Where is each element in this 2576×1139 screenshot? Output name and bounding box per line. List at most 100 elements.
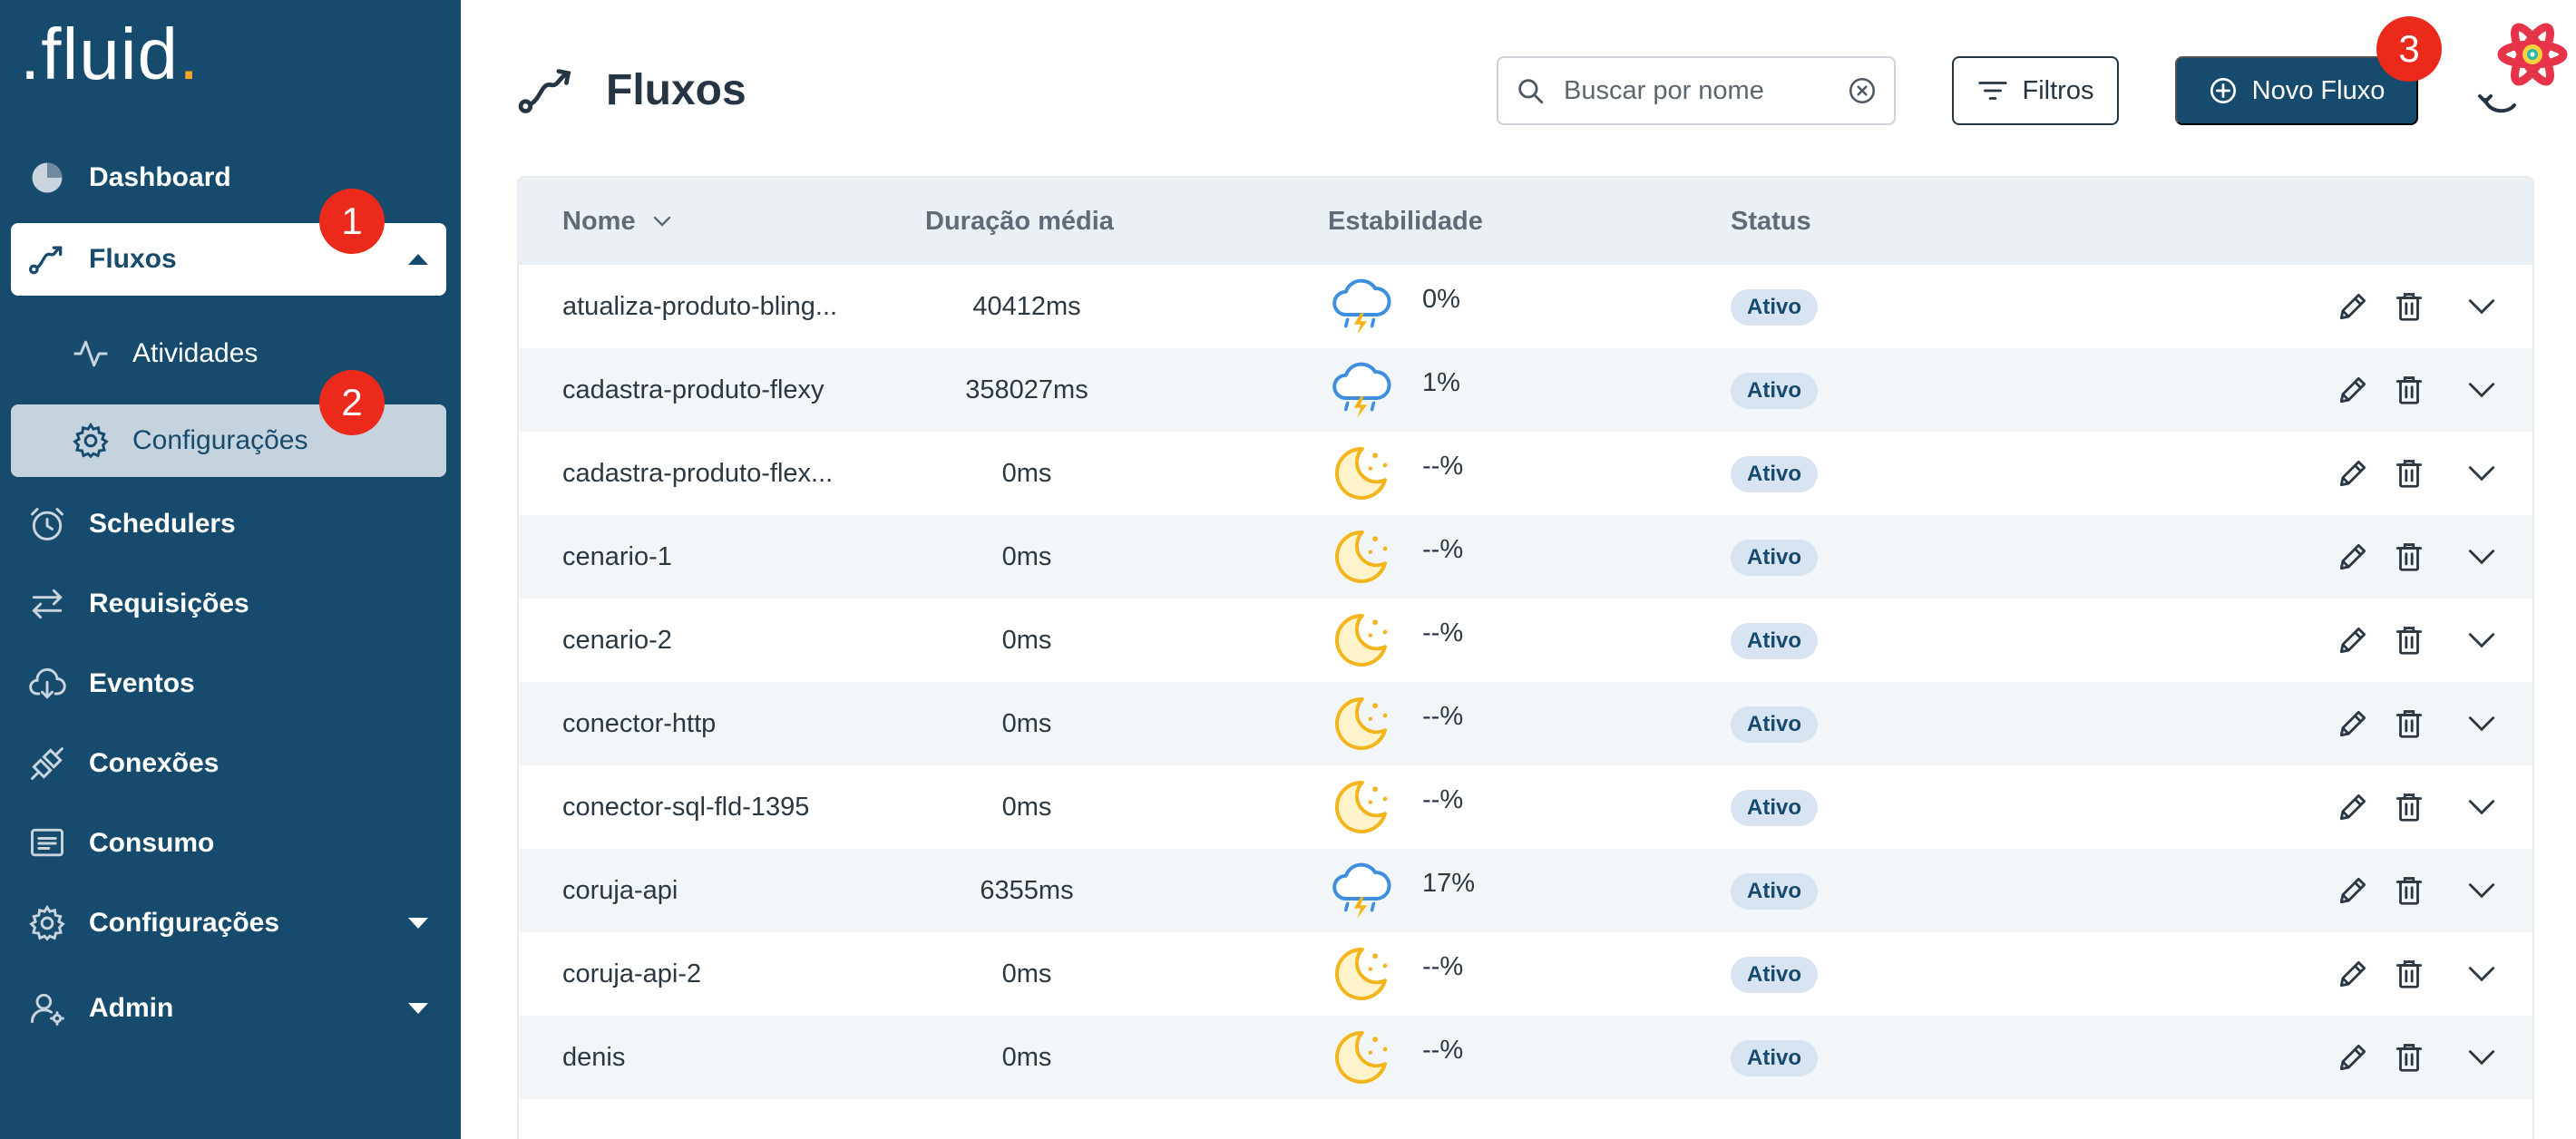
- alarm-clock-icon: [25, 502, 69, 546]
- flow-duration: 6355ms: [980, 875, 1074, 905]
- edit-icon[interactable]: [2331, 368, 2375, 412]
- filter-button[interactable]: Filtros: [1952, 56, 2119, 125]
- sidebar-item-label: Configurações: [89, 908, 280, 938]
- sidebar-item-admin[interactable]: Admin: [11, 972, 446, 1045]
- trash-icon[interactable]: [2387, 869, 2431, 912]
- trash-icon[interactable]: [2387, 1036, 2431, 1079]
- edit-icon[interactable]: [2331, 618, 2375, 662]
- flow-stability: --%: [1422, 701, 1464, 731]
- flow-stability: --%: [1422, 784, 1464, 814]
- search-input[interactable]: [1564, 75, 1809, 106]
- expand-chevron-icon[interactable]: [2460, 702, 2503, 745]
- storm-cloud-icon: [1328, 274, 1393, 339]
- edit-icon[interactable]: [2331, 452, 2375, 495]
- moon-icon: [1328, 524, 1393, 589]
- sidebar-item-configuracoes[interactable]: Configurações: [11, 887, 446, 959]
- sidebar-item-label: Atividades: [132, 338, 259, 368]
- column-duracao: Duração média: [925, 206, 1114, 236]
- status-badge: Ativo: [1731, 790, 1818, 826]
- table-row[interactable]: cadastra-produto-flexy 358027ms 1% Ativo: [519, 348, 2532, 432]
- flow-duration: 0ms: [1001, 1042, 1052, 1072]
- status-badge: Ativo: [1731, 706, 1818, 743]
- expand-chevron-icon[interactable]: [2460, 452, 2503, 495]
- cloud-download-icon: [25, 662, 69, 706]
- trash-icon[interactable]: [2387, 952, 2431, 996]
- user-gear-icon: [25, 987, 69, 1030]
- expand-chevron-icon[interactable]: [2460, 1036, 2503, 1079]
- expand-chevron-icon[interactable]: [2460, 368, 2503, 412]
- flow-name[interactable]: conector-sql-fld-1395: [562, 765, 871, 849]
- search-box[interactable]: [1497, 56, 1896, 125]
- expand-chevron-icon[interactable]: [2460, 285, 2503, 328]
- sidebar-item-consumo[interactable]: Consumo: [11, 807, 446, 880]
- trash-icon[interactable]: [2387, 452, 2431, 495]
- sidebar-item-dashboard[interactable]: Dashboard: [11, 141, 446, 214]
- trash-icon[interactable]: [2387, 618, 2431, 662]
- flow-duration: 0ms: [1001, 541, 1052, 571]
- status-badge: Ativo: [1731, 456, 1818, 492]
- trash-icon[interactable]: [2387, 702, 2431, 745]
- moon-icon: [1328, 774, 1393, 840]
- expand-chevron-icon[interactable]: [2460, 618, 2503, 662]
- sidebar-item-label: Conexões: [89, 748, 220, 778]
- expand-chevron-icon[interactable]: [2460, 785, 2503, 829]
- edit-icon[interactable]: [2331, 952, 2375, 996]
- flow-name[interactable]: cadastra-produto-flex...: [562, 432, 871, 515]
- column-status: Status: [1731, 206, 1811, 236]
- table-row[interactable]: conector-sql-fld-1395 0ms --% Ativo: [519, 765, 2532, 849]
- trash-icon[interactable]: [2387, 785, 2431, 829]
- flow-duration: 0ms: [1001, 458, 1052, 488]
- status-badge: Ativo: [1731, 373, 1818, 409]
- flow-name[interactable]: coruja-api: [562, 849, 871, 932]
- clear-search-icon[interactable]: [1847, 75, 1878, 106]
- flow-name[interactable]: coruja-api-2: [562, 932, 871, 1016]
- table-row[interactable]: cenario-2 0ms --% Ativo: [519, 599, 2532, 682]
- flow-name[interactable]: cenario-1: [562, 515, 871, 599]
- chevron-down-icon: [653, 216, 670, 227]
- column-nome[interactable]: Nome: [562, 178, 672, 265]
- sidebar-item-schedulers[interactable]: Schedulers: [11, 488, 446, 560]
- sidebar-item-conexoes[interactable]: Conexões: [11, 727, 446, 800]
- moon-icon: [1328, 608, 1393, 673]
- table-row[interactable]: denis 0ms --% Ativo: [519, 1016, 2532, 1099]
- table-row[interactable]: coruja-api 6355ms 17% Ativo: [519, 849, 2532, 932]
- expand-chevron-icon[interactable]: [2460, 869, 2503, 912]
- trash-icon[interactable]: [2387, 285, 2431, 328]
- logo[interactable]: .fluid.: [20, 18, 200, 91]
- flow-name[interactable]: atualiza-produto-bling...: [562, 265, 871, 348]
- flow-duration: 358027ms: [965, 375, 1088, 404]
- pie-chart-icon: [25, 156, 69, 200]
- edit-icon[interactable]: [2331, 285, 2375, 328]
- sidebar-item-eventos[interactable]: Eventos: [11, 647, 446, 720]
- avatar[interactable]: [2476, 18, 2571, 118]
- status-badge: Ativo: [1731, 873, 1818, 910]
- edit-icon[interactable]: [2331, 1036, 2375, 1079]
- expand-chevron-icon[interactable]: [2460, 535, 2503, 579]
- edit-icon[interactable]: [2331, 869, 2375, 912]
- sidebar-item-requisicoes[interactable]: Requisições: [11, 568, 446, 640]
- table-row[interactable]: atualiza-produto-bling... 40412ms 0% Ativo: [519, 265, 2532, 348]
- table-row[interactable]: coruja-api-2 0ms --% Ativo: [519, 932, 2532, 1016]
- chevron-down-icon: [408, 1003, 428, 1014]
- sidebar-item-label: Admin: [89, 993, 174, 1023]
- status-badge: Ativo: [1731, 957, 1818, 993]
- moon-icon: [1328, 441, 1393, 506]
- message-box-icon: [25, 822, 69, 865]
- flow-name[interactable]: denis: [562, 1016, 871, 1099]
- edit-icon[interactable]: [2331, 702, 2375, 745]
- flow-name[interactable]: cenario-2: [562, 599, 871, 682]
- table-row[interactable]: conector-http 0ms --% Ativo: [519, 682, 2532, 765]
- sidebar-item-atividades[interactable]: Atividades: [11, 317, 446, 390]
- edit-icon[interactable]: [2331, 785, 2375, 829]
- table-row[interactable]: cenario-1 0ms --% Ativo: [519, 515, 2532, 599]
- trash-icon[interactable]: [2387, 368, 2431, 412]
- trash-icon[interactable]: [2387, 535, 2431, 579]
- moon-icon: [1328, 1025, 1393, 1090]
- edit-icon[interactable]: [2331, 535, 2375, 579]
- flow-stability: --%: [1422, 451, 1464, 481]
- flow-name[interactable]: cadastra-produto-flexy: [562, 348, 871, 432]
- expand-chevron-icon[interactable]: [2460, 952, 2503, 996]
- flow-name[interactable]: conector-http: [562, 682, 871, 765]
- flow-stability: --%: [1422, 618, 1464, 647]
- table-row[interactable]: cadastra-produto-flex... 0ms --% Ativo: [519, 432, 2532, 515]
